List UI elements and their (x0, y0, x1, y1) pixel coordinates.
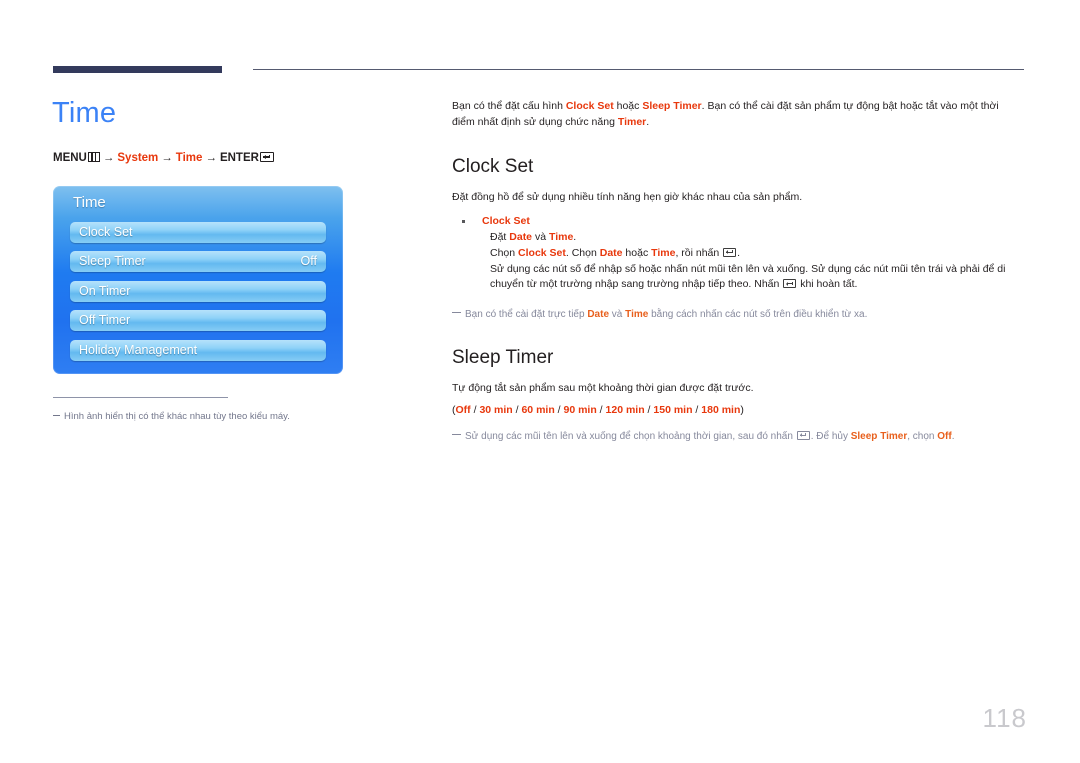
breadcrumb: MENU → System → Time → ENTER (53, 152, 274, 165)
sleep-timer-note: Sử dụng các mũi tên lên và xuống để chọn… (452, 429, 1024, 444)
enter-key-icon (796, 430, 810, 440)
left-note-rule (53, 397, 228, 398)
osd-row-off-timer[interactable]: Off Timer (70, 310, 326, 331)
options-close-paren: ) (740, 403, 744, 416)
content-column: Bạn có thể đặt cấu hình Clock Set hoặc S… (452, 99, 1024, 454)
breadcrumb-arrow-2: → (161, 152, 173, 164)
st-note-text-4: . (951, 430, 955, 442)
clock-set-step-3: Sử dụng các nút số để nhập số hoặc nhấn … (482, 262, 1024, 294)
step2-text-2: . Chọn (565, 246, 600, 259)
note-text-3: bằng cách nhấn các nút số trên điều khiể… (648, 309, 868, 320)
manual-page: { "page": { "number": "118", "title": "T… (0, 0, 1080, 763)
section-heading-clock-set: Clock Set (452, 155, 534, 177)
page-number: 118 (982, 703, 1027, 733)
bullet-marker-icon (462, 220, 465, 224)
step2-term-clock-set: Clock Set (518, 246, 566, 259)
note-text-1: Bạn có thể cài đặt trực tiếp (465, 309, 588, 320)
dash-marker-icon (452, 433, 461, 435)
sleep-timer-intro: Tự động tắt sản phẩm sau một khoảng thời… (452, 382, 754, 394)
breadcrumb-step-system: System (117, 152, 159, 164)
osd-row-label: Off Timer (79, 313, 131, 327)
osd-row-label: Holiday Management (79, 343, 198, 357)
options-list: Off / 30 min / 60 min / 90 min / 120 min… (456, 404, 741, 416)
dash-marker-icon (452, 312, 461, 313)
bullet-title-clock-set: Clock Set (482, 215, 530, 228)
header-rule-thin (253, 69, 1024, 70)
intro-text-2: hoặc (613, 100, 643, 112)
breadcrumb-step-time: Time (175, 152, 203, 164)
osd-row-label: On Timer (79, 284, 131, 298)
intro-text-4: . (646, 115, 650, 128)
dash-marker-icon (53, 414, 60, 416)
step2-text-4: , rồi nhấn (675, 246, 723, 259)
options-separator: / (554, 403, 564, 416)
osd-row-holiday-management[interactable]: Holiday Management (70, 340, 326, 361)
step2-text-3: hoặc (622, 246, 652, 259)
clock-set-intro: Đặt đồng hồ để sử dụng nhiều tính năng h… (452, 190, 803, 203)
note-text-2: và (609, 309, 626, 320)
step2-text-5: . (737, 246, 741, 259)
option-item: 180 min (701, 403, 741, 416)
sleep-timer-options: (Off / 30 min / 60 min / 90 min / 120 mi… (452, 403, 1024, 419)
intro-term-sleep-timer: Sleep Timer (642, 100, 702, 112)
step1-text-1: Đặt (490, 231, 510, 243)
step1-text-2: và (532, 231, 549, 243)
osd-menu-title: Time (73, 194, 106, 211)
note-term-time: Time (625, 309, 649, 320)
clock-set-step-2: Chọn Clock Set. Chọn Date hoặc Time, rồi… (482, 246, 1024, 262)
osd-row-label: Sleep Timer (79, 254, 146, 268)
st-note-term-off: Off (937, 430, 952, 442)
osd-menu-panel: Time Clock Set Sleep Timer Off On Timer … (53, 186, 343, 374)
page-title: Time (52, 97, 117, 129)
clock-set-note: Bạn có thể cài đặt trực tiếp Date và Tim… (452, 307, 1024, 322)
intro-term-clock-set: Clock Set (565, 100, 614, 112)
osd-row-on-timer[interactable]: On Timer (70, 281, 326, 302)
step1-term-time: Time (548, 231, 574, 243)
enter-key-icon (259, 152, 274, 162)
osd-row-label: Clock Set (79, 225, 133, 239)
osd-row-sleep-timer[interactable]: Sleep Timer Off (70, 251, 326, 272)
step2-text-1: Chọn (490, 246, 519, 259)
st-note-text-3: , chọn (907, 430, 938, 442)
option-item: 90 min (563, 403, 597, 416)
breadcrumb-arrow-1: → (102, 152, 115, 164)
intro-term-timer: Timer (617, 115, 647, 128)
enter-key-icon (723, 247, 737, 257)
breadcrumb-enter-label: ENTER (219, 152, 259, 164)
step2-term-date: Date (599, 246, 623, 259)
option-item: 150 min (653, 403, 693, 416)
st-note-term-sleep-timer: Sleep Timer (850, 430, 908, 442)
option-item: Off (455, 403, 471, 416)
step3-text-2: khi hoàn tất. (797, 278, 858, 291)
st-note-text-1: Sử dụng các mũi tên lên và xuống để chọn… (465, 430, 796, 442)
option-item: 30 min (479, 403, 513, 416)
header-rule-thick (53, 66, 222, 73)
option-item: 120 min (605, 403, 645, 416)
step1-text-3: . (573, 231, 577, 243)
section-heading-sleep-timer: Sleep Timer (452, 347, 554, 368)
osd-row-clock-set[interactable]: Clock Set (70, 222, 326, 243)
intro-paragraph: Bạn có thể đặt cấu hình Clock Set hoặc S… (452, 99, 1024, 131)
step2-term-time: Time (651, 246, 676, 259)
left-note-text: Hình ảnh hiển thị có thể khác nhau tùy t… (64, 411, 290, 422)
clock-set-bullet: Clock Set Đặt Date và Time. Chọn Clock S… (452, 214, 1024, 293)
note-term-date: Date (587, 309, 610, 320)
breadcrumb-menu-label: MENU (53, 152, 87, 164)
enter-key-icon (783, 279, 797, 289)
menu-grid-icon (87, 152, 100, 162)
osd-row-value: Off (300, 254, 317, 268)
clock-set-step-1: Đặt Date và Time. (482, 230, 1024, 246)
step1-term-date: Date (509, 231, 533, 243)
options-separator: / (596, 403, 606, 416)
options-separator: / (692, 403, 702, 416)
breadcrumb-arrow-3: → (205, 152, 217, 164)
option-item: 60 min (521, 403, 555, 416)
step3-text-1: Sử dụng các nút số để nhập số hoặc nhấn … (490, 262, 1006, 291)
intro-text-1: Bạn có thể đặt cấu hình (452, 100, 566, 112)
st-note-text-2: . Để hủy (810, 430, 851, 442)
left-note: Hình ảnh hiển thị có thể khác nhau tùy t… (53, 411, 383, 424)
